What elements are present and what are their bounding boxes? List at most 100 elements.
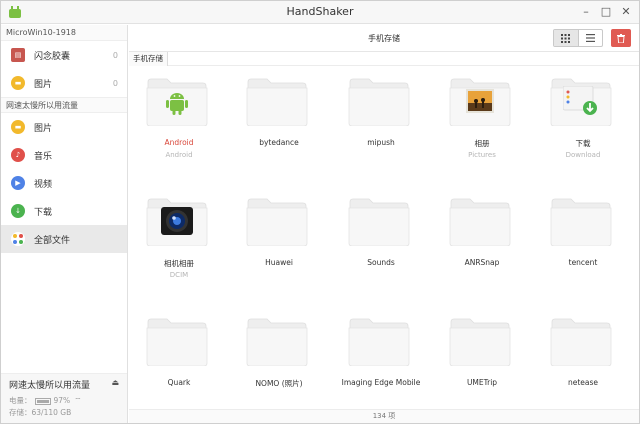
folder-icon [246,318,308,366]
folder-name: Quark [167,378,191,387]
sidebar-item[interactable]: 全部文件 [1,225,127,253]
folder-icon [246,198,308,246]
folder-icon [449,78,511,126]
battery-fill [36,399,49,403]
battery-value: 97% [53,396,71,405]
sidebar-item[interactable]: ▶ 视频 [1,169,127,197]
folder-tile[interactable]: NOMO (照片) [229,307,321,409]
minimize-button[interactable]: – [577,3,595,21]
sidebar-item[interactable]: ♪ 音乐 [1,141,127,169]
sidebar-item[interactable]: ↓ 下载 [1,197,127,225]
folder-subtitle: Android [165,151,193,159]
phone-section-header: 网速太慢所以用流量 [1,97,127,113]
sidebar-item-count: 0 [112,50,118,60]
folder-icon [348,198,410,246]
folder-icon [146,198,208,246]
sidebar-item-label: 音乐 [34,151,53,162]
folder-tile[interactable]: ANRSnap [432,187,524,297]
folder-tile[interactable]: 下载 Download [533,67,625,177]
storage-label: 存储： [9,408,32,417]
sidebar-item-label: 全部文件 [34,235,71,246]
folder-icon [550,318,612,366]
trash-icon [617,33,625,43]
folder-name: 下载 [575,139,591,148]
main-panel: 手机存储 手机存储 Android Android bytedance mipu… [129,25,639,423]
music-icon: ♪ [11,148,25,162]
sidebar-item-label: 视频 [34,179,53,190]
folder-subtitle: DCIM [169,271,189,279]
sidebar-item[interactable]: ▬ 图片 [1,113,127,141]
list-view-button[interactable] [579,30,603,46]
download-icon: ↓ [11,204,25,218]
file-grid: Android Android bytedance mipush 相册 Pictures 下… [129,67,639,409]
breadcrumb: 手机存储 [129,52,639,66]
close-button[interactable]: ✕ [617,3,635,21]
battery-label: 电量： [9,396,32,405]
battery-icon [34,397,51,405]
folder-tile[interactable]: 相机相册 DCIM [129,187,221,297]
folder-name: bytedance [259,138,299,147]
sidebar-item-label: 图片 [34,123,53,134]
folder-tile[interactable]: bytedance [229,67,321,177]
view-toggle [553,29,603,47]
grid-view-button[interactable] [554,30,579,46]
folder-name: netease [567,378,599,387]
list-icon [585,34,595,42]
folder-name: tencent [568,258,598,267]
device-section-header: MicroWin10-1918 [1,25,127,41]
battery-line: 电量： 97% ⌔ [9,395,119,407]
sidebar-item-label: 下载 [34,207,53,218]
window-title: HandShaker [286,5,354,18]
folder-tile[interactable]: mipush [331,67,423,177]
sidebar: MicroWin10-1918 ▤ 闪念胶囊 0 ▬ 图片 0 网速太慢所以用流量 ▬ 图片… [1,25,128,423]
folder-subtitle: Pictures [468,151,496,159]
capsule-icon: ▤ [11,48,25,62]
breadcrumb-item[interactable]: 手机存储 [129,52,168,66]
folder-icon [449,198,511,246]
folder-tile[interactable]: Sounds [331,187,423,297]
delete-button[interactable] [611,29,631,47]
folder-tile[interactable]: Quark [129,307,221,409]
folder-tile[interactable]: Huawei [229,187,321,297]
folder-tile[interactable]: netease [533,307,625,409]
wifi-icon: ⌔ [74,396,82,405]
eject-icon[interactable]: ⏏ [111,378,119,391]
sidebar-item[interactable]: ▬ 图片 0 [1,69,127,97]
picture-icon: ▬ [11,120,25,134]
picture-icon: ▬ [11,76,25,90]
folder-name: 相机相册 [164,259,194,268]
sidebar-item[interactable]: ▤ 闪念胶囊 0 [1,41,127,69]
main-header: 手机存储 [129,25,639,52]
folder-icon [146,78,208,126]
folder-name: 相册 [474,139,490,148]
folder-name: mipush [367,138,395,147]
storage-value: 63/110 GB [31,408,72,417]
folder-name: Imaging Edge Mobile [341,378,421,387]
folder-icon [550,198,612,246]
folder-icon [550,78,612,126]
folder-name: Huawei [265,258,293,267]
video-icon: ▶ [11,176,25,190]
sidebar-item-count: 0 [112,78,118,88]
maximize-button[interactable]: □ [597,3,615,21]
folder-tile[interactable]: tencent [533,187,625,297]
folder-icon [246,78,308,126]
storage-line: 存储： 63/110 GB [9,407,119,419]
folder-tile[interactable]: UMETrip [432,307,524,409]
device-info-panel: 网速太慢所以用流量 ⏏ 电量： 97% ⌔ 存储： 63/110 GB [1,373,127,423]
folder-tile[interactable]: Android Android [129,67,221,177]
folder-name: Android [164,138,194,147]
folder-icon [348,318,410,366]
folder-tile[interactable]: Imaging Edge Mobile [331,307,423,409]
title-bar[interactable]: HandShaker – □ ✕ [1,1,639,24]
grid-icon [561,33,571,43]
folder-icon [449,318,511,366]
folder-icon [348,78,410,126]
camera-icon [161,207,193,235]
pictures-icon [466,89,494,113]
folder-subtitle: Download [565,151,601,159]
folder-icon [146,318,208,366]
folder-tile[interactable]: 相册 Pictures [432,67,524,177]
folder-name: Sounds [367,258,395,267]
device-name: 网速太慢所以用流量 [9,381,91,391]
